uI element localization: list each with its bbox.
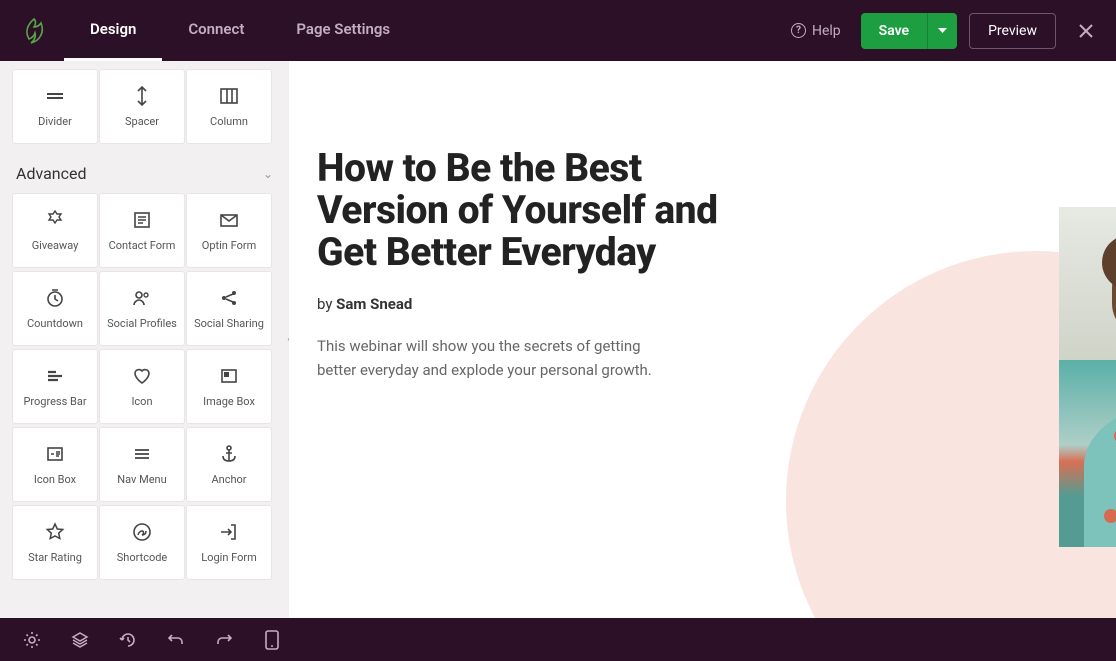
- layers-icon: [71, 631, 89, 649]
- history-button[interactable]: [104, 618, 152, 661]
- leaf-icon: [22, 17, 46, 45]
- bottombar: [0, 618, 1116, 661]
- block-progress-bar[interactable]: Progress Bar: [12, 349, 98, 424]
- block-label: Contact Form: [109, 239, 176, 252]
- block-anchor[interactable]: Anchor: [186, 427, 272, 502]
- redo-icon: [215, 631, 233, 649]
- headline[interactable]: How to Be the Best Version of Yourself a…: [317, 147, 727, 273]
- block-login-form[interactable]: Login Form: [186, 505, 272, 580]
- optin-form-icon: [218, 209, 240, 231]
- block-shortcode[interactable]: Shortcode: [99, 505, 185, 580]
- save-dropdown-button[interactable]: [927, 13, 957, 49]
- countdown-icon: [44, 287, 66, 309]
- block-label: Column: [210, 115, 248, 128]
- author-name: Sam Snead: [336, 295, 412, 313]
- close-button[interactable]: [1068, 19, 1104, 43]
- contact-form-icon: [131, 209, 153, 231]
- canvas[interactable]: How to Be the Best Version of Yourself a…: [289, 61, 1116, 618]
- login-icon: [218, 521, 240, 543]
- header-tabs: Design Connect Page Settings: [64, 0, 416, 61]
- block-label: Optin Form: [202, 239, 256, 252]
- hero-image[interactable]: [1059, 207, 1116, 547]
- hero-image-placeholder: [1059, 207, 1116, 547]
- block-label: Anchor: [211, 473, 246, 486]
- sidebar-collapse-handle[interactable]: ‹: [282, 319, 289, 361]
- block-label: Image Box: [203, 395, 255, 408]
- block-star-rating[interactable]: Star Rating: [12, 505, 98, 580]
- block-label: Social Sharing: [194, 317, 264, 330]
- block-label: Nav Menu: [117, 473, 166, 486]
- block-label: Divider: [38, 115, 72, 128]
- block-contact-form[interactable]: Contact Form: [99, 193, 185, 268]
- block-label: Login Form: [201, 551, 256, 564]
- shortcode-icon: [131, 521, 153, 543]
- anchor-icon: [218, 443, 240, 465]
- heart-icon: [131, 365, 153, 387]
- nav-menu-icon: [131, 443, 153, 465]
- tab-design[interactable]: Design: [64, 0, 162, 61]
- redo-button[interactable]: [200, 618, 248, 661]
- divider-icon: [44, 85, 66, 107]
- undo-button[interactable]: [152, 618, 200, 661]
- topbar: Design Connect Page Settings ? Help Save…: [0, 0, 1116, 61]
- spacer-icon: [131, 85, 153, 107]
- tab-page-settings[interactable]: Page Settings: [270, 0, 416, 61]
- help-icon: ?: [791, 23, 806, 38]
- block-nav-menu[interactable]: Nav Menu: [99, 427, 185, 502]
- block-divider[interactable]: Divider: [12, 69, 98, 144]
- star-icon: [44, 521, 66, 543]
- block-label: Icon: [131, 395, 152, 408]
- preview-button[interactable]: Preview: [969, 13, 1056, 49]
- block-optin-form[interactable]: Optin Form: [186, 193, 272, 268]
- icon-box-icon: [44, 443, 66, 465]
- block-image-box[interactable]: Image Box: [186, 349, 272, 424]
- app-logo[interactable]: [18, 15, 50, 47]
- social-profiles-icon: [131, 287, 153, 309]
- block-giveaway[interactable]: Giveaway: [12, 193, 98, 268]
- chevron-down-icon: ⌄: [263, 167, 273, 181]
- block-label: Progress Bar: [23, 395, 86, 408]
- block-column[interactable]: Column: [186, 69, 272, 144]
- section-advanced-toggle[interactable]: Advanced ⌄: [12, 154, 277, 193]
- responsive-button[interactable]: [248, 618, 296, 661]
- block-label: Giveaway: [32, 239, 79, 252]
- social-sharing-icon: [218, 287, 240, 309]
- help-link[interactable]: ? Help: [791, 23, 841, 39]
- progress-bar-icon: [44, 365, 66, 387]
- tab-connect[interactable]: Connect: [162, 0, 270, 61]
- block-icon[interactable]: Icon: [99, 349, 185, 424]
- sidebar: Divider Spacer Column Advanced ⌄ Give: [0, 61, 289, 618]
- settings-button[interactable]: [8, 618, 56, 661]
- layers-button[interactable]: [56, 618, 104, 661]
- help-label: Help: [812, 23, 841, 39]
- block-label: Shortcode: [117, 551, 168, 564]
- block-label: Countdown: [27, 317, 83, 330]
- byline[interactable]: by Sam Snead: [317, 295, 727, 313]
- block-label: Spacer: [125, 115, 159, 128]
- block-icon-box[interactable]: Icon Box: [12, 427, 98, 502]
- history-icon: [119, 631, 137, 649]
- description[interactable]: This webinar will show you the secrets o…: [317, 335, 667, 382]
- close-icon: [1078, 23, 1094, 39]
- image-box-icon: [218, 365, 240, 387]
- caret-down-icon: [938, 28, 947, 34]
- section-label: Advanced: [16, 164, 87, 183]
- save-button[interactable]: Save: [861, 13, 927, 49]
- gear-icon: [23, 631, 41, 649]
- undo-icon: [167, 631, 185, 649]
- giveaway-icon: [44, 209, 66, 231]
- block-social-profiles[interactable]: Social Profiles: [99, 271, 185, 346]
- block-label: Icon Box: [34, 473, 76, 486]
- mobile-icon: [265, 630, 279, 650]
- byline-prefix: by: [317, 295, 336, 313]
- column-icon: [218, 85, 240, 107]
- block-social-sharing[interactable]: Social Sharing: [186, 271, 272, 346]
- block-countdown[interactable]: Countdown: [12, 271, 98, 346]
- block-label: Social Profiles: [107, 317, 177, 330]
- block-label: Star Rating: [28, 551, 82, 564]
- block-spacer[interactable]: Spacer: [99, 69, 185, 144]
